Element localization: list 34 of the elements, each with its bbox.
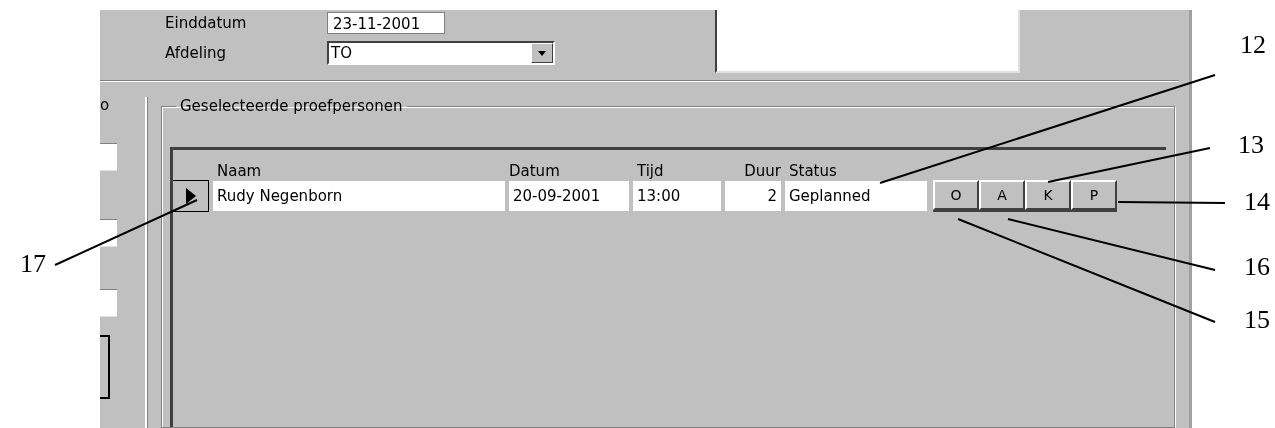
field-label: Einddatum [164, 14, 248, 32]
callout-number: 13 [1238, 130, 1264, 160]
column-header: Tijd [636, 162, 665, 180]
input-field[interactable] [100, 143, 117, 171]
callout-number: 16 [1244, 252, 1270, 282]
column-header: Naam [216, 162, 263, 180]
memo-field[interactable] [715, 10, 1020, 73]
action-button[interactable]: A [979, 180, 1025, 210]
record-selector[interactable] [173, 180, 209, 212]
group-label: o [100, 97, 110, 113]
input-field[interactable] [100, 289, 117, 317]
input-field[interactable] [100, 219, 117, 247]
record-field[interactable]: Geplanned [785, 181, 927, 211]
record-field[interactable]: 2 [725, 181, 781, 211]
column-header: Status [788, 162, 838, 180]
record-field[interactable]: 20-09-2001 [509, 181, 629, 211]
field-label: Afdeling [164, 44, 228, 62]
column-header: Datum [508, 162, 561, 180]
date-field[interactable]: 23-11-2001 [327, 12, 445, 34]
department-dropdown[interactable]: TO [327, 41, 555, 65]
input-field[interactable] [100, 335, 110, 399]
group-title: Geselecteerde proefpersonen [179, 97, 404, 115]
dropdown-arrow-icon [538, 50, 546, 56]
action-button[interactable]: K [1025, 180, 1071, 210]
callout-number: 17 [20, 249, 46, 279]
callout-number: 12 [1240, 30, 1266, 60]
callout-number: 15 [1244, 305, 1270, 335]
callout-number: 14 [1244, 187, 1270, 217]
action-button[interactable]: P [1071, 180, 1117, 210]
current-record-icon [185, 188, 196, 204]
record-field[interactable]: Rudy Negenborn [213, 181, 505, 211]
column-header: Duur [743, 162, 782, 180]
record-field[interactable]: 13:00 [633, 181, 721, 211]
action-button[interactable]: O [933, 180, 979, 210]
